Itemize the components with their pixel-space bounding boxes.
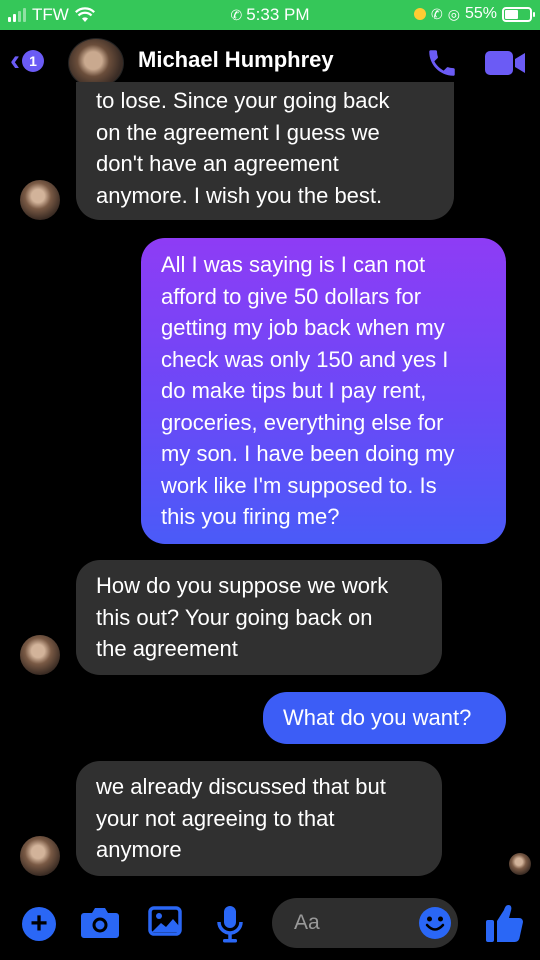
message-line: How do you suppose we work [96, 573, 389, 598]
plus-icon[interactable]: + [22, 907, 56, 941]
status-right: ✆ ◎ 55% [414, 5, 535, 23]
location-icon: ◎ [447, 5, 460, 22]
message-incoming[interactable]: we already discussed that but your not a… [76, 761, 442, 876]
message-line: my son. I have been doing my [161, 441, 455, 466]
camera-icon[interactable] [80, 904, 120, 940]
sender-avatar[interactable] [20, 180, 60, 220]
back-chevron-icon: ‹ [10, 44, 20, 77]
seen-indicator-avatar [509, 853, 531, 875]
recording-dot-icon [414, 8, 427, 20]
contact-name[interactable]: Michael Humphrey [138, 47, 334, 73]
message-line: All I was saying is I can not [161, 252, 426, 277]
message-line: getting my job back when my [161, 315, 445, 340]
time-text: 5:33 PM [246, 5, 310, 24]
message-line: this out? Your going back on [96, 604, 373, 630]
message-line: work like I'm supposed to. Is [161, 472, 437, 498]
message-line: we already discussed that but [96, 774, 386, 799]
back-button[interactable]: ‹ 1 [10, 44, 58, 77]
video-call-icon[interactable] [484, 48, 526, 78]
message-incoming[interactable]: How do you suppose we work this out? You… [76, 560, 442, 675]
message-line: your not agreeing to that [96, 805, 335, 831]
phone-handset-icon: ✆ [431, 5, 443, 22]
call-active-icon: ✆ [230, 7, 243, 23]
sender-avatar[interactable] [20, 635, 60, 675]
microphone-icon[interactable] [215, 904, 245, 944]
message-input-placeholder: Aa [294, 911, 320, 934]
message-line: anymore. I wish you the best. [96, 182, 383, 208]
message-line: do make tips but I pay rent, [161, 378, 427, 403]
message-line: check was only 150 and yes I [161, 346, 449, 372]
message-line: afford to give 50 dollars for [161, 283, 422, 309]
message-line: groceries, everything else for [161, 409, 444, 435]
message-outgoing[interactable]: All I was saying is I can not afford to … [141, 238, 506, 544]
status-bar: TFW ✆ 5:33 PM ✆ ◎ 55% [0, 0, 540, 30]
battery-icon [502, 6, 535, 22]
phone-call-icon[interactable] [425, 46, 459, 80]
message-line: to lose. Since your going back [96, 88, 390, 113]
message-line: What do you want? [283, 705, 472, 730]
message-line: this you firing me? [161, 504, 340, 529]
battery-percent: 55% [464, 5, 497, 22]
sender-avatar[interactable] [20, 836, 60, 876]
message-line: anymore [96, 837, 182, 862]
message-outgoing[interactable]: What do you want? [263, 692, 506, 744]
thumbs-up-icon[interactable] [484, 902, 524, 944]
gallery-icon[interactable] [148, 904, 182, 938]
emoji-icon[interactable] [418, 906, 452, 940]
contact-avatar[interactable] [68, 38, 124, 88]
unread-badge: 1 [22, 50, 44, 72]
composer-bar: + Aa [0, 890, 540, 960]
message-incoming[interactable]: to lose. Since your going back on the ag… [76, 82, 454, 220]
message-line: the agreement [96, 636, 238, 661]
message-line: don't have an agreement [96, 151, 339, 176]
message-line: on the agreement I guess we [96, 119, 380, 145]
